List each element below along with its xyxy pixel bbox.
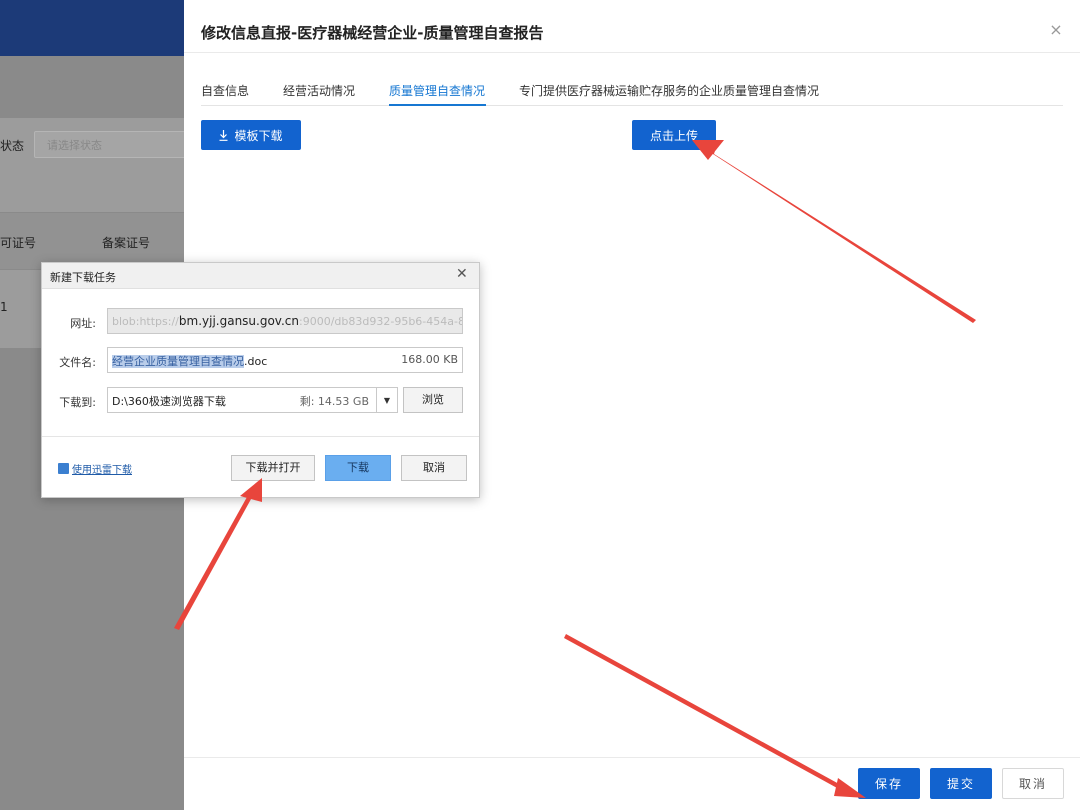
- upload-button[interactable]: 点击上传: [632, 120, 716, 150]
- drawer-title: 修改信息直报-医疗器械经营企业-质量管理自查报告: [201, 24, 544, 42]
- dialog-close-icon[interactable]: ✕: [456, 266, 468, 282]
- thunder-download-link[interactable]: 使用迅雷下载: [58, 461, 132, 476]
- dest-label: 下载到:: [59, 396, 96, 409]
- template-download-label: 模板下载: [234, 129, 283, 143]
- active-tab-indicator: [389, 104, 486, 106]
- url-domain: bm.yjj.gansu.gov.cn: [178, 314, 299, 328]
- download-icon: [219, 130, 228, 141]
- table-cell: 1: [0, 300, 8, 314]
- header-divider: [184, 52, 1080, 53]
- download-path-field[interactable]: D:\360极速浏览器下载 剩: 14.53 GB: [107, 387, 398, 413]
- url-field[interactable]: blob:https://bm.yjj.gansu.gov.cn:9000/db…: [107, 308, 463, 334]
- url-suffix: :9000/db83d932-95b6-454a-8346-6b0: [299, 315, 462, 328]
- template-download-button[interactable]: 模板下载: [201, 120, 301, 150]
- dialog-divider: [42, 436, 479, 437]
- dialog-title: 新建下载任务: [50, 271, 116, 284]
- table-header-license: 可证号: [0, 236, 37, 250]
- tab-bar: 自查信息 经营活动情况 质量管理自查情况 专门提供医疗器械运输贮存服务的企业质量…: [201, 78, 1063, 106]
- table-header-record: 备案证号: [102, 236, 151, 250]
- save-button[interactable]: 保存: [858, 768, 920, 799]
- new-download-dialog: 新建下载任务 ✕ 网址: blob:https://bm.yjj.gansu.g…: [41, 262, 480, 498]
- app-topbar: [0, 0, 184, 56]
- tab-self-check-info[interactable]: 自查信息: [201, 82, 249, 99]
- status-label: 状态: [0, 139, 25, 153]
- status-select[interactable]: 请选择状态: [34, 131, 184, 158]
- thunder-icon: [58, 463, 69, 474]
- download-button[interactable]: 下载: [325, 455, 391, 481]
- close-icon[interactable]: ×: [1047, 21, 1065, 39]
- filename-label: 文件名:: [59, 356, 96, 369]
- cancel-button[interactable]: 取消: [1002, 768, 1064, 799]
- url-label: 网址:: [70, 317, 96, 330]
- dialog-header: 新建下载任务 ✕: [42, 263, 479, 289]
- url-prefix: blob:https://: [112, 315, 179, 328]
- thunder-link-label: 使用迅雷下载: [72, 465, 132, 476]
- footer-divider: [184, 757, 1080, 758]
- filename-field[interactable]: 经营企业质量管理自查情况.doc 168.00 KB: [107, 347, 463, 373]
- dialog-cancel-button[interactable]: 取消: [401, 455, 467, 481]
- tab-business-activity[interactable]: 经营活动情况: [283, 82, 355, 99]
- download-path: D:\360极速浏览器下载: [112, 395, 226, 408]
- tab-quality-self-check[interactable]: 质量管理自查情况: [389, 82, 485, 99]
- submit-button[interactable]: 提交: [930, 768, 992, 799]
- free-space: 剩: 14.53 GB: [299, 395, 369, 408]
- file-size: 168.00 KB: [401, 353, 458, 366]
- path-dropdown-icon[interactable]: ▼: [376, 387, 398, 413]
- filename-extension: .doc: [244, 355, 268, 368]
- filename-selected-text: 经营企业质量管理自查情况: [112, 355, 244, 368]
- tab-transport-storage-self-check[interactable]: 专门提供医疗器械运输贮存服务的企业质量管理自查情况: [519, 82, 819, 99]
- download-and-open-button[interactable]: 下载并打开: [231, 455, 315, 481]
- browse-button[interactable]: 浏览: [403, 387, 463, 413]
